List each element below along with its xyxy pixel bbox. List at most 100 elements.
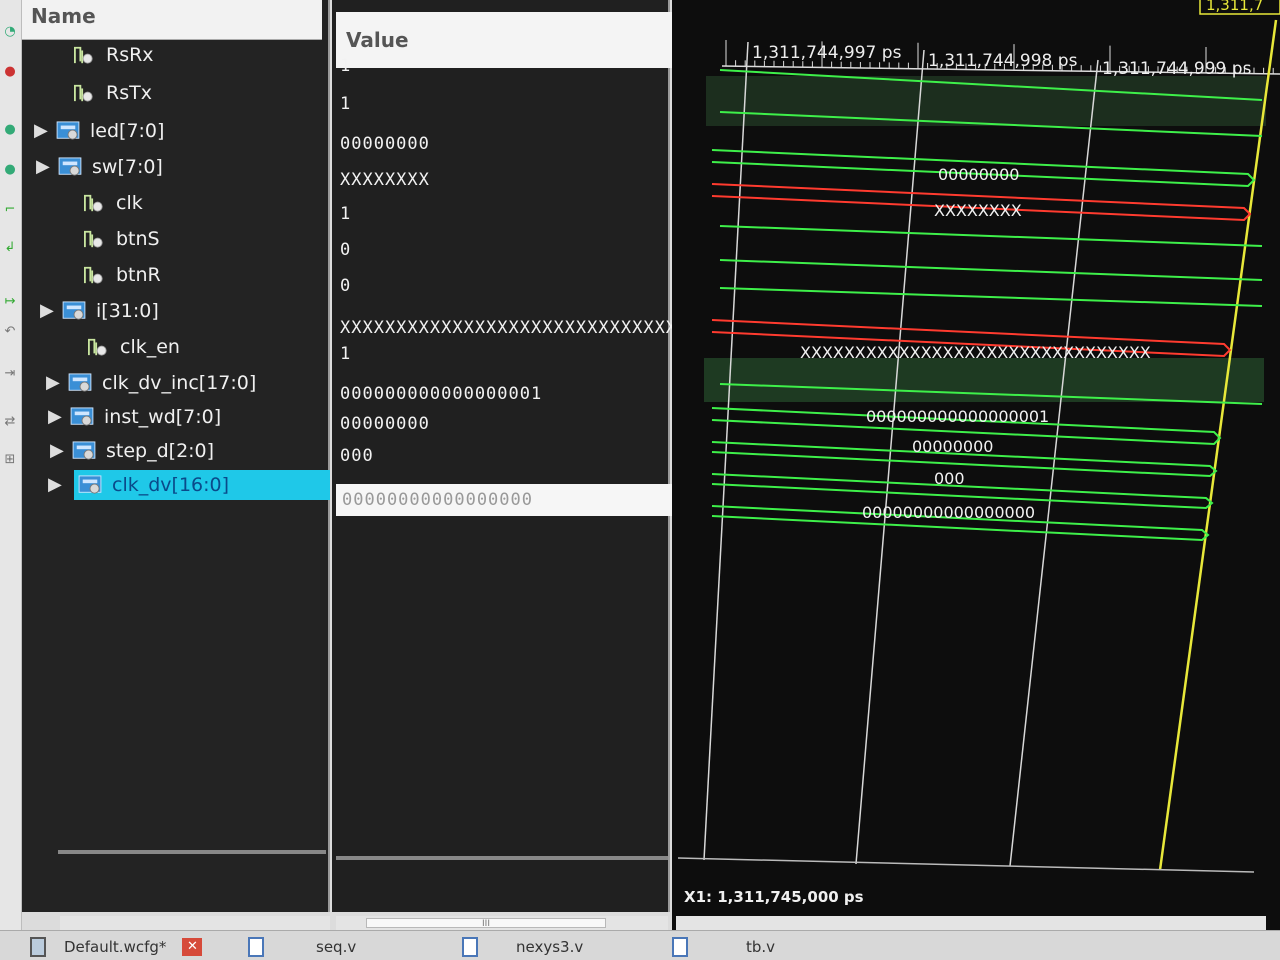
time-ruler-label: 1,311,744,998 ps	[928, 51, 1078, 71]
zoom-fit-icon[interactable]: ◔	[0, 20, 20, 42]
expand-triangle-icon[interactable]: ▶	[36, 158, 54, 176]
name-column-title: Name	[31, 4, 96, 28]
signal-value-cell[interactable]: 1	[340, 344, 700, 364]
name-panel-scrollbar[interactable]	[60, 916, 330, 930]
time-ruler-label: 1,311,744,997 ps	[752, 43, 902, 63]
signal-name-label: led[7:0]	[90, 120, 165, 142]
waveform-scrollbar[interactable]	[676, 916, 1266, 930]
signal-value-cell[interactable]: 0	[340, 240, 700, 260]
expand-triangle-icon[interactable]: ▶	[34, 122, 52, 140]
signal-row-rstx[interactable]: RsTx	[50, 78, 322, 108]
time-grid-line	[855, 49, 925, 865]
verilog-file-icon	[672, 937, 688, 957]
signal-name-label: i[31:0]	[96, 300, 159, 322]
signal-row-clk-en[interactable]: clk_en	[64, 332, 322, 362]
signal-value-cell[interactable]: 0	[340, 276, 700, 296]
tab-nexys3-v[interactable]: nexys3.v	[462, 937, 583, 957]
scalar-signal-icon	[78, 227, 108, 251]
signal-value-cell[interactable]: 000	[340, 446, 700, 466]
scalar-signal-icon	[68, 43, 98, 67]
signal-value-cell[interactable]: 00000000000000000	[336, 484, 682, 516]
name-column-header[interactable]: Name	[22, 0, 322, 40]
waveform-highlight-band	[706, 76, 1266, 126]
previous-transition-icon[interactable]: ↲	[0, 236, 20, 258]
signal-value-panel: Value 1 1 00000000 XXXXXXXX 1 0 0 XXXXXXXXXXXXX…	[332, 0, 712, 912]
signal-value-cell[interactable]: 00000000	[340, 414, 700, 434]
scalar-signal-icon	[78, 263, 108, 287]
close-icon[interactable]: ✕	[182, 938, 203, 956]
signal-row-clk[interactable]: clk	[60, 188, 322, 218]
waveform-clk-trace	[719, 225, 1263, 247]
next-transition-icon[interactable]: ↦	[0, 290, 20, 312]
tab-seq-v[interactable]: seq.v	[248, 937, 356, 957]
tab-default-wcfg[interactable]: Default.wcfg* ✕	[30, 937, 203, 957]
value-panel-scrollbar[interactable]: III	[336, 916, 668, 930]
go-to-end-icon[interactable]: ●	[0, 158, 20, 180]
signal-value-cell[interactable]: XXXXXXXXXXXXXXXXXXXXXXXXXXXXXXXX	[340, 318, 700, 338]
tab-label: nexys3.v	[516, 938, 584, 956]
value-scroll-thumb[interactable]: III	[366, 918, 606, 929]
waveform-led-bus-label: 00000000	[938, 165, 1019, 184]
time-grid-line	[1009, 59, 1099, 867]
time-ruler-label: 1,311,744,999 ps	[1102, 59, 1252, 79]
bus-signal-icon	[52, 119, 82, 143]
signal-name-panel: Name RsRx RsTx ▶ led[7:0] ▶ sw[7:0] clk btnS btn…	[22, 0, 330, 912]
signal-value-cell[interactable]: 000000000000000001	[340, 384, 700, 404]
signal-row-sw[interactable]: ▶ sw[7:0]	[36, 152, 322, 182]
tab-label: tb.v	[746, 938, 776, 956]
value-panel-divider	[336, 856, 668, 860]
cursor-settings-icon[interactable]: ⊞	[0, 448, 20, 470]
cursor-time-box-label: 1,311,7	[1206, 0, 1263, 14]
signal-row-led[interactable]: ▶ led[7:0]	[34, 116, 322, 146]
verilog-file-icon	[462, 937, 478, 957]
tab-tb-v[interactable]: tb.v	[672, 937, 775, 957]
waveform-clk-dv-bus-label: 00000000000000000	[862, 503, 1035, 522]
waveform-toolbar: ◔ ● ● ● ⌐ ↲ ↦ ↶ ⇥ ⇄ ⊞	[0, 0, 22, 930]
signal-value-cell[interactable]: 1	[340, 56, 700, 76]
undo-icon[interactable]: ↶	[0, 320, 20, 342]
waveform-step-d-bus-label: 000	[934, 469, 965, 488]
signal-name-label: RsRx	[106, 44, 154, 66]
signal-value-cell[interactable]: 1	[340, 94, 700, 114]
waveform-btnr-trace	[719, 287, 1263, 307]
waveform-inst-wd-bus-label: 00000000	[912, 437, 993, 456]
scalar-signal-icon	[68, 81, 98, 105]
waveform-panel[interactable]: 1,311,744,997 ps 1,311,744,998 ps 1,311,74…	[672, 0, 1280, 930]
scalar-signal-icon	[78, 191, 108, 215]
swap-cursors-icon[interactable]: ⇄	[0, 410, 20, 432]
signal-value-cell[interactable]: 00000000	[340, 134, 700, 154]
expand-triangle-icon[interactable]: ▶	[50, 442, 68, 460]
marker-icon[interactable]: ●	[0, 60, 20, 82]
signal-name-label: RsTx	[106, 82, 152, 104]
tab-label: seq.v	[316, 938, 357, 956]
bus-signal-icon	[58, 299, 88, 323]
signal-name-label: btnS	[116, 228, 160, 250]
signal-row-rsrx[interactable]: RsRx	[50, 40, 322, 70]
waveform-canvas[interactable]: 1,311,744,997 ps 1,311,744,998 ps 1,311,74…	[672, 0, 1280, 930]
expand-triangle-icon[interactable]: ▶	[46, 374, 64, 392]
signal-name-label: clk_dv[16:0]	[112, 474, 230, 496]
waveform-highlight-band	[704, 358, 1264, 402]
wave-config-icon	[30, 937, 46, 957]
go-to-start-icon[interactable]: ●	[0, 118, 20, 140]
signal-row-i[interactable]: ▶ i[31:0]	[40, 296, 322, 326]
waveform-i-bus-label: XXXXXXXXXXXXXXXXXXXXXXXXXXXXXXXX	[800, 343, 1151, 362]
signal-row-clk-dv[interactable]: ▶ clk_dv[16:0]	[48, 470, 330, 500]
time-grid-line	[703, 41, 749, 861]
signal-row-clk-dv-inc[interactable]: ▶ clk_dv_inc[17:0]	[46, 368, 322, 398]
signal-value-cell[interactable]: XXXXXXXX	[340, 170, 700, 190]
add-marker-icon[interactable]: ⌐	[0, 198, 20, 220]
time-cursor-line	[1158, 19, 1278, 871]
expand-triangle-icon[interactable]: ▶	[48, 476, 66, 494]
snap-icon[interactable]: ⇥	[0, 362, 20, 384]
value-column-title: Value	[346, 28, 409, 52]
signal-value-cell[interactable]: 1	[340, 204, 700, 224]
signal-name-label: sw[7:0]	[92, 156, 163, 178]
signal-row-btns[interactable]: btnS	[60, 224, 322, 254]
waveform-sw-bus-label: XXXXXXXX	[934, 201, 1022, 220]
expand-triangle-icon[interactable]: ▶	[48, 408, 66, 426]
expand-triangle-icon[interactable]: ▶	[40, 302, 58, 320]
signal-row-step-d[interactable]: ▶ step_d[2:0]	[50, 436, 322, 466]
signal-row-inst-wd[interactable]: ▶ inst_wd[7:0]	[48, 402, 322, 432]
signal-row-btnr[interactable]: btnR	[60, 260, 322, 290]
